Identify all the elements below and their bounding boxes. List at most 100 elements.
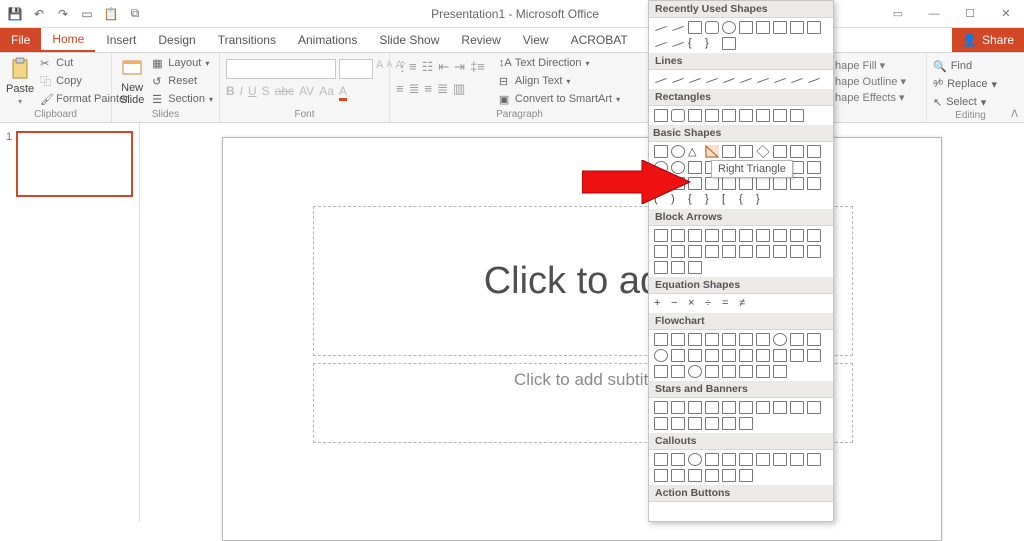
underline-button[interactable]: U (248, 84, 257, 101)
shape-ca3[interactable] (688, 453, 702, 466)
shape-ar13[interactable] (688, 245, 702, 258)
section-button[interactable]: ☰Section▾ (152, 91, 213, 107)
tab-design[interactable]: Design (147, 28, 206, 52)
shape-b36[interactable]: { (739, 193, 753, 206)
decrease-indent-icon[interactable]: ⇤ (438, 59, 449, 75)
layout-button[interactable]: ▦Layout▾ (152, 55, 213, 71)
shape-ar10[interactable] (807, 229, 821, 242)
shape-fl4[interactable] (705, 333, 719, 346)
shape-ar18[interactable] (773, 245, 787, 258)
shape-rect-3[interactable] (688, 109, 702, 122)
shape-fl16[interactable] (739, 349, 753, 362)
shape-b34[interactable]: } (705, 193, 719, 206)
shape-line-8[interactable] (773, 73, 787, 86)
shape-ca2[interactable] (671, 453, 685, 466)
shape-line[interactable] (654, 21, 668, 34)
shape-fl24[interactable] (705, 365, 719, 378)
shape-fl6[interactable] (739, 333, 753, 346)
shape-ca5[interactable] (722, 453, 736, 466)
align-center-icon[interactable]: ≣ (409, 81, 420, 97)
justify-icon[interactable]: ≣ (437, 81, 448, 97)
shape-ar15[interactable] (722, 245, 736, 258)
shape-ar7[interactable] (756, 229, 770, 242)
paste-button[interactable]: Paste ▾ (6, 55, 34, 106)
tab-review[interactable]: Review (450, 28, 511, 52)
shape-ar5[interactable] (722, 229, 736, 242)
reset-button[interactable]: ↺Reset (152, 73, 213, 89)
shape-ar22[interactable] (671, 261, 685, 274)
shape-eq1[interactable]: + (654, 297, 668, 310)
select-button[interactable]: ↖ Select ▾ (933, 94, 997, 110)
tab-slideshow[interactable]: Slide Show (368, 28, 450, 52)
shape-ca14[interactable] (705, 469, 719, 482)
align-text-button[interactable]: ⊟Align Text▾ (499, 73, 620, 89)
text-direction-button[interactable]: ↕AText Direction▾ (499, 55, 620, 71)
shape-line-4[interactable] (705, 73, 719, 86)
char-spacing-button[interactable]: AV (299, 84, 314, 101)
shape-recent-9[interactable] (790, 21, 804, 34)
shape-b30[interactable] (807, 177, 821, 190)
shape-fl10[interactable] (807, 333, 821, 346)
increase-indent-icon[interactable]: ⇥ (454, 59, 465, 75)
qa-extra-icon[interactable]: ⧉ (128, 7, 142, 21)
shape-eq6[interactable]: ≠ (739, 297, 753, 310)
shape-st6[interactable] (739, 401, 753, 414)
shape-ar20[interactable] (807, 245, 821, 258)
shape-eq3[interactable]: × (688, 297, 702, 310)
shape-hexagon[interactable] (790, 145, 804, 158)
shape-fl17[interactable] (756, 349, 770, 362)
shape-fl26[interactable] (739, 365, 753, 378)
shape-ar12[interactable] (671, 245, 685, 258)
shape-rect-4[interactable] (705, 109, 719, 122)
tab-home[interactable]: Home (41, 28, 95, 52)
shape-line-5[interactable] (722, 73, 736, 86)
shape-b35[interactable]: [ (722, 193, 736, 206)
columns-icon[interactable]: ▥ (453, 81, 465, 97)
shape-fl25[interactable] (722, 365, 736, 378)
shape-st2[interactable] (671, 401, 685, 414)
shape-fl27[interactable] (756, 365, 770, 378)
change-case-button[interactable]: Aa (319, 84, 334, 101)
shape-eq5[interactable]: = (722, 297, 736, 310)
shape-fl22[interactable] (671, 365, 685, 378)
shape-rect-6[interactable] (739, 109, 753, 122)
shape-st10[interactable] (807, 401, 821, 414)
shape-line-arrow[interactable] (671, 21, 685, 34)
shape-line-9[interactable] (790, 73, 804, 86)
shape-rect-8[interactable] (773, 109, 787, 122)
shape-st12[interactable] (671, 417, 685, 430)
redo-icon[interactable]: ↷ (56, 7, 70, 21)
shape-effects-button[interactable]: hape Effects ▾ (835, 91, 906, 104)
font-family-combo[interactable] (226, 59, 336, 79)
shape-line-1[interactable] (654, 73, 668, 86)
shape-fl23[interactable] (688, 365, 702, 378)
shape-ca6[interactable] (739, 453, 753, 466)
shape-ar16[interactable] (739, 245, 753, 258)
shape-st3[interactable] (688, 401, 702, 414)
shape-fl14[interactable] (705, 349, 719, 362)
shape-ar1[interactable] (654, 229, 668, 242)
shape-textbox[interactable] (654, 145, 668, 158)
shape-round-rect[interactable] (705, 21, 719, 34)
shape-ar21[interactable] (654, 261, 668, 274)
share-button[interactable]: 👤 Share (952, 28, 1024, 52)
shape-ar6[interactable] (739, 229, 753, 242)
shadow-button[interactable]: S (262, 84, 270, 101)
shape-st9[interactable] (790, 401, 804, 414)
shape-fl9[interactable] (790, 333, 804, 346)
shape-b37[interactable]: } (756, 193, 770, 206)
new-slide-button[interactable]: New Slide (118, 55, 146, 106)
shape-triangle[interactable]: △ (688, 145, 702, 158)
shape-st11[interactable] (654, 417, 668, 430)
shape-fl2[interactable] (671, 333, 685, 346)
shape-fl15[interactable] (722, 349, 736, 362)
shape-ca4[interactable] (705, 453, 719, 466)
minimize-icon[interactable]: — (916, 0, 952, 28)
shape-ca13[interactable] (688, 469, 702, 482)
shape-line-3[interactable] (688, 73, 702, 86)
qa-more-icon[interactable]: 📋 (104, 7, 118, 21)
shape-oval[interactable] (722, 21, 736, 34)
shape-ar11[interactable] (654, 245, 668, 258)
shape-st1[interactable] (654, 401, 668, 414)
shape-b28[interactable] (773, 177, 787, 190)
